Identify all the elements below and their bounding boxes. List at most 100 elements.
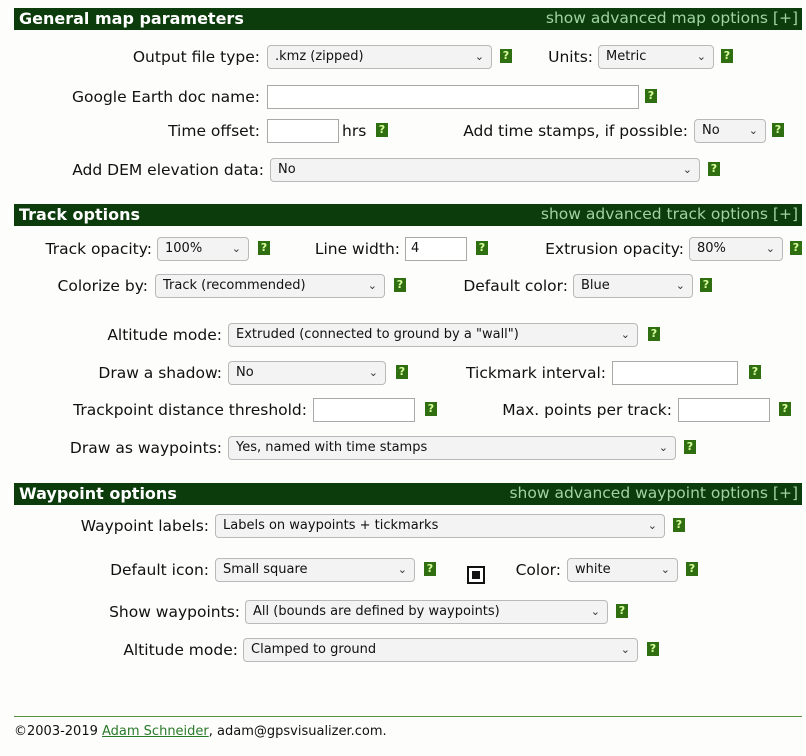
default-icon-row: Default icon: Small square ⌄ ? Color: wh… — [0, 557, 806, 584]
small-square-icon — [467, 566, 485, 584]
chevron-down-icon: ⌄ — [675, 279, 685, 292]
help-icon[interactable]: ? — [779, 402, 791, 416]
chevron-down-icon: ⌄ — [368, 366, 378, 379]
add-timestamps-label: Add time stamps, if possible: — [463, 122, 688, 140]
track-altitude-value: Extruded (connected to ground by a "wall… — [236, 327, 519, 342]
help-icon[interactable]: ? — [476, 241, 488, 255]
footer-email: , adam@gpsvisualizer.com. — [208, 724, 387, 739]
default-icon-select[interactable]: Small square ⌄ — [215, 558, 415, 582]
time-offset-row: Time offset: hrs ? Add time stamps, if p… — [0, 118, 806, 144]
default-icon-label: Default icon: — [110, 561, 209, 579]
chevron-down-icon: ⌄ — [397, 563, 407, 576]
chevron-down-icon: ⌄ — [231, 242, 241, 255]
waypoint-color-select[interactable]: white ⌄ — [567, 558, 678, 582]
footer-divider — [14, 716, 802, 717]
shadow-select[interactable]: No ⌄ — [228, 361, 386, 385]
colorize-row: Colorize by: Track (recommended) ⌄ ? Def… — [0, 273, 806, 299]
help-icon[interactable]: ? — [258, 241, 270, 255]
chevron-down-icon: ⌄ — [660, 563, 670, 576]
shadow-label: Draw a shadow: — [98, 364, 222, 382]
default-color-select[interactable]: Blue ⌄ — [573, 274, 693, 298]
show-advanced-waypoint-options-link[interactable]: show advanced waypoint options [+] — [509, 484, 798, 502]
help-icon[interactable]: ? — [686, 562, 698, 576]
output-file-type-select[interactable]: .kmz (zipped) ⌄ — [267, 45, 492, 69]
help-icon[interactable]: ? — [648, 327, 660, 341]
hrs-label: hrs — [342, 122, 367, 140]
chevron-down-icon: ⌄ — [658, 441, 668, 454]
general-section-header: General map parameters show advanced map… — [14, 8, 802, 30]
help-icon[interactable]: ? — [790, 241, 802, 255]
track-opacity-select[interactable]: 100% ⌄ — [157, 237, 249, 261]
help-icon[interactable]: ? — [708, 162, 720, 176]
help-icon[interactable]: ? — [616, 604, 628, 618]
track-altitude-label: Altitude mode: — [107, 326, 222, 344]
help-icon[interactable]: ? — [396, 365, 408, 379]
waypoint-altitude-label: Altitude mode: — [123, 641, 238, 659]
show-waypoints-value: All (bounds are defined by waypoints) — [253, 604, 500, 619]
dem-select[interactable]: No ⌄ — [270, 158, 700, 182]
doc-name-label: Google Earth doc name: — [71, 88, 260, 106]
track-opacity-label: Track opacity: — [45, 240, 152, 258]
threshold-input[interactable] — [313, 398, 415, 422]
default-icon-value: Small square — [223, 562, 308, 577]
draw-waypoints-label: Draw as waypoints: — [69, 439, 222, 457]
output-file-type-value: .kmz (zipped) — [275, 49, 364, 64]
waypoint-altitude-row: Altitude mode: Clamped to ground ⌄ ? — [0, 637, 806, 663]
help-icon[interactable]: ? — [424, 562, 436, 576]
draw-waypoints-select[interactable]: Yes, named with time stamps ⌄ — [228, 436, 676, 460]
tickmark-interval-input[interactable] — [612, 361, 738, 385]
extrusion-opacity-value: 80% — [697, 241, 726, 256]
help-icon[interactable]: ? — [425, 402, 437, 416]
show-waypoints-select[interactable]: All (bounds are defined by waypoints) ⌄ — [245, 600, 608, 624]
draw-waypoints-row: Draw as waypoints: Yes, named with time … — [0, 435, 806, 461]
help-icon[interactable]: ? — [749, 365, 761, 379]
chevron-down-icon: ⌄ — [620, 643, 630, 656]
colorize-value: Track (recommended) — [163, 278, 306, 293]
extrusion-opacity-select[interactable]: 80% ⌄ — [689, 237, 783, 261]
chevron-down-icon: ⌄ — [748, 124, 758, 137]
help-icon[interactable]: ? — [772, 123, 784, 137]
track-section-header: Track options show advanced track option… — [14, 204, 802, 226]
units-select[interactable]: Metric ⌄ — [598, 45, 714, 69]
add-timestamps-value: No — [702, 123, 720, 138]
chevron-down-icon: ⌄ — [590, 605, 600, 618]
track-altitude-select[interactable]: Extruded (connected to ground by a "wall… — [228, 323, 638, 347]
show-advanced-map-options-link[interactable]: show advanced map options [+] — [546, 9, 798, 27]
threshold-label: Trackpoint distance threshold: — [73, 401, 307, 419]
help-icon[interactable]: ? — [684, 440, 696, 454]
footer: ©2003-2019 Adam Schneider, adam@gpsvisua… — [14, 724, 387, 739]
chevron-down-icon: ⌄ — [367, 279, 377, 292]
colorize-select[interactable]: Track (recommended) ⌄ — [155, 274, 385, 298]
add-timestamps-select[interactable]: No ⌄ — [694, 119, 766, 143]
default-color-label: Default color: — [463, 277, 568, 295]
track-altitude-row: Altitude mode: Extruded (connected to gr… — [0, 322, 806, 348]
doc-name-row: Google Earth doc name: ? — [0, 84, 806, 110]
general-section-title: General map parameters — [19, 9, 244, 28]
line-width-input[interactable]: 4 — [405, 237, 467, 261]
track-section-title: Track options — [19, 205, 141, 224]
waypoint-labels-select[interactable]: Labels on waypoints + tickmarks ⌄ — [215, 514, 665, 538]
time-offset-input[interactable] — [267, 119, 339, 143]
waypoint-altitude-value: Clamped to ground — [251, 642, 377, 657]
extrusion-opacity-label: Extrusion opacity: — [545, 240, 684, 258]
max-points-input[interactable] — [678, 398, 770, 422]
help-icon[interactable]: ? — [700, 278, 712, 292]
help-icon[interactable]: ? — [645, 89, 657, 103]
help-icon[interactable]: ? — [673, 518, 685, 532]
shadow-row: Draw a shadow: No ⌄ ? Tickmark interval:… — [0, 360, 806, 386]
max-points-label: Max. points per track: — [502, 401, 672, 419]
waypoint-altitude-select[interactable]: Clamped to ground ⌄ — [243, 638, 638, 662]
help-icon[interactable]: ? — [721, 49, 733, 63]
output-file-type-label: Output file type: — [132, 48, 260, 66]
tickmark-interval-label: Tickmark interval: — [466, 364, 606, 382]
dem-label: Add DEM elevation data: — [72, 161, 264, 179]
waypoint-labels-value: Labels on waypoints + tickmarks — [223, 518, 439, 533]
chevron-down-icon: ⌄ — [765, 242, 775, 255]
show-advanced-track-options-link[interactable]: show advanced track options [+] — [541, 205, 798, 223]
doc-name-input[interactable] — [267, 85, 639, 109]
help-icon[interactable]: ? — [647, 642, 659, 656]
author-link[interactable]: Adam Schneider — [102, 724, 209, 739]
waypoint-section-title: Waypoint options — [19, 484, 177, 503]
shadow-value: No — [236, 365, 254, 380]
waypoint-labels-row: Waypoint labels: Labels on waypoints + t… — [0, 513, 806, 539]
